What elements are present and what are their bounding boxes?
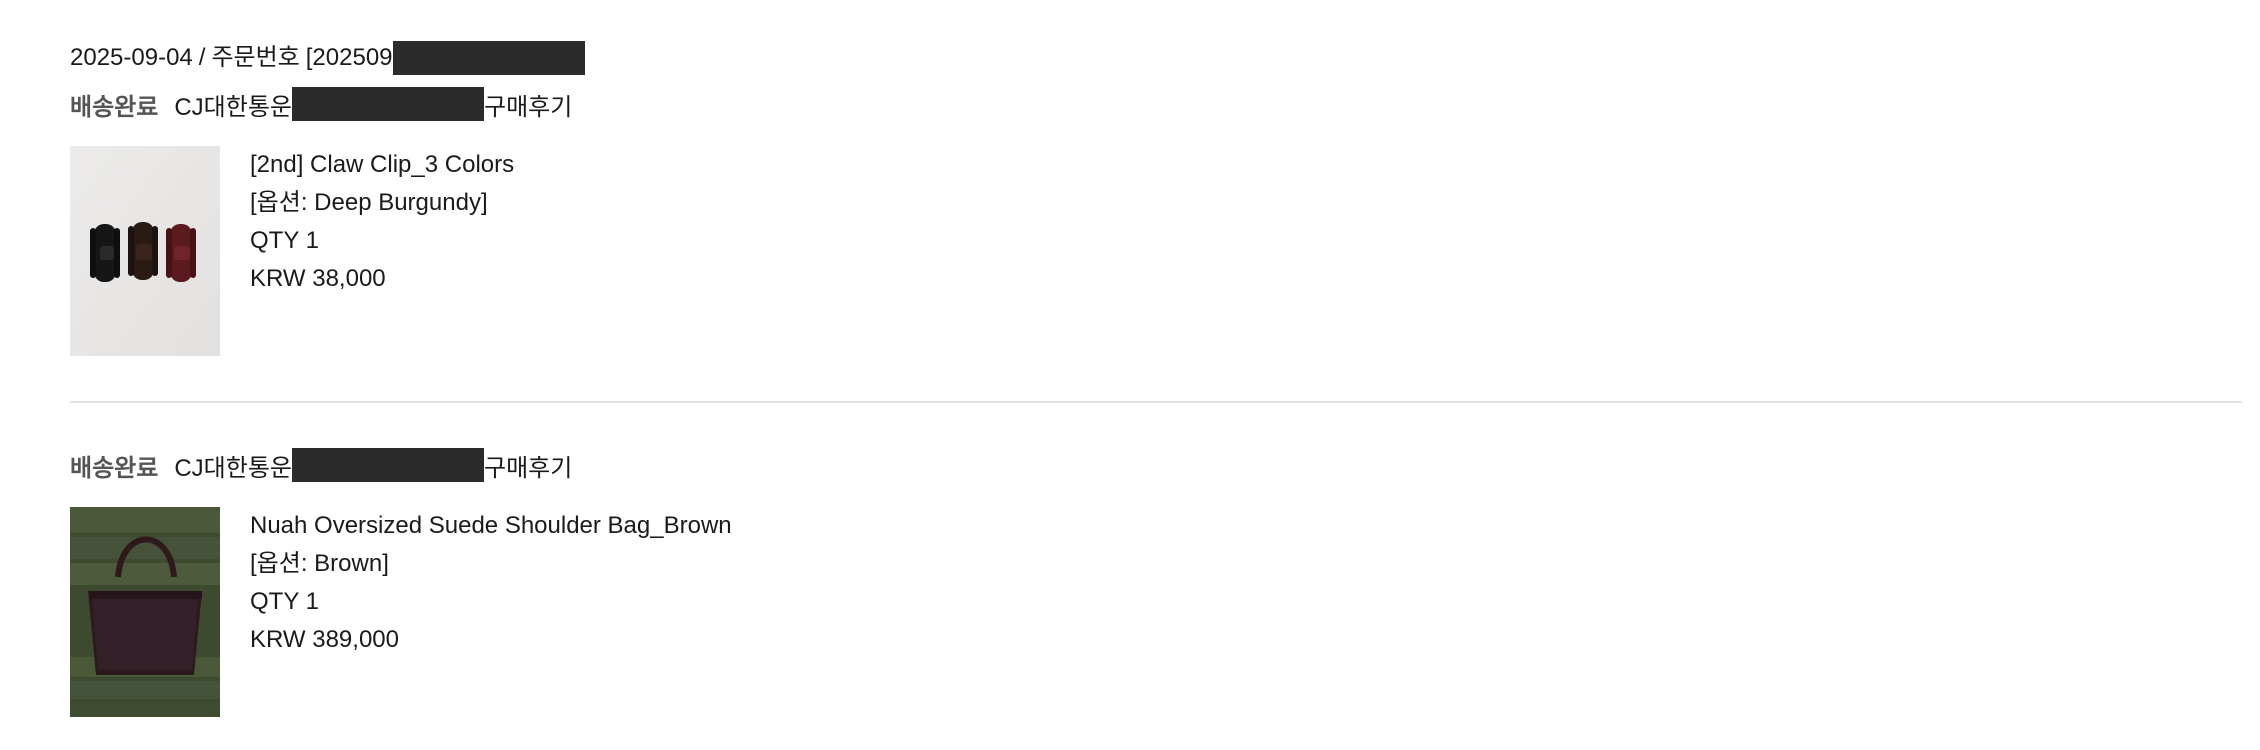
order-item: [2nd] Claw Clip_3 Colors [옵션: Deep Burgu… (70, 146, 514, 356)
product-name[interactable]: [2nd] Claw Clip_3 Colors (250, 146, 514, 184)
order-item: Nuah Oversized Suede Shoulder Bag_Brown … (70, 507, 732, 717)
delivery-status: 배송완료 (70, 454, 159, 482)
product-price: KRW 38,000 (250, 265, 386, 292)
product-quantity: QTY 1 (250, 227, 319, 254)
write-review-link[interactable]: 구매후기 (484, 448, 572, 483)
shipment-divider (70, 401, 2242, 403)
order-number-redaction (392, 41, 585, 75)
order-date: 2025-09-04 (70, 44, 193, 71)
order-separator: / (198, 44, 206, 71)
claw-clip-product-image[interactable] (70, 146, 220, 356)
product-option: [옵션: Brown] (250, 550, 389, 577)
shipment-status-row: 배송완료 CJ대한통운 구매후기 (70, 86, 572, 122)
product-price: KRW 389,000 (250, 626, 399, 653)
shipment-status-row: 배송완료 CJ대한통운 구매후기 (70, 447, 572, 483)
product-option: [옵션: Deep Burgundy] (250, 189, 488, 216)
product-quantity: QTY 1 (250, 588, 319, 615)
item-info: Nuah Oversized Suede Shoulder Bag_Brown … (250, 507, 732, 717)
shoulder-bag-product-image[interactable] (70, 507, 220, 717)
tracking-number-redaction (291, 448, 484, 482)
carrier-name: CJ대한통운 (174, 93, 292, 121)
tracking-number-redaction (291, 87, 484, 121)
write-review-link[interactable]: 구매후기 (484, 87, 572, 122)
product-name[interactable]: Nuah Oversized Suede Shoulder Bag_Brown (250, 507, 732, 545)
delivery-status: 배송완료 (70, 93, 159, 121)
carrier-name: CJ대한통운 (174, 454, 292, 482)
order-number-label: 주문번호 (211, 44, 300, 71)
order-header: 2025-09-04 / 주문번호 [202509 (70, 40, 585, 76)
item-info: [2nd] Claw Clip_3 Colors [옵션: Deep Burgu… (250, 146, 514, 356)
order-number-prefix: [202509 (305, 44, 393, 71)
